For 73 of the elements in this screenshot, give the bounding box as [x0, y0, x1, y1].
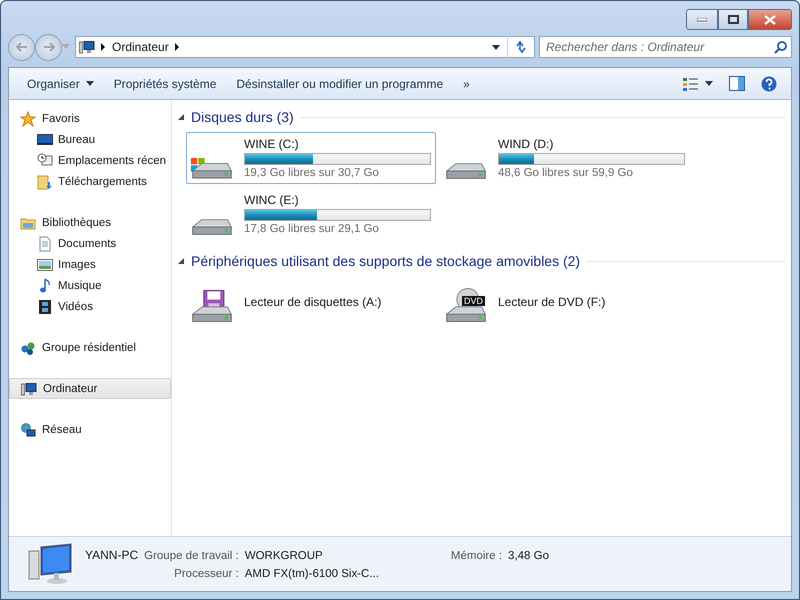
toolbar-button[interactable]: Désinstaller ou modifier un programme [228, 72, 452, 94]
group-header: Périphériques utilisant des supports de stockage amovibles (2) [191, 253, 580, 269]
drive-item[interactable]: WINE (C:) 19,3 Go libres sur 30,7 Go [186, 132, 436, 184]
back-arrow-icon [16, 42, 28, 52]
sidebar-item[interactable]: Favoris [9, 108, 171, 129]
sidebar-item[interactable]: Images [9, 254, 171, 275]
close-icon [764, 14, 776, 24]
toolbar-button[interactable]: » [455, 72, 478, 94]
computer-icon [21, 380, 37, 396]
search-icon[interactable] [774, 40, 787, 54]
chevron-icon[interactable] [101, 43, 106, 51]
free-space-text: 17,8 Go libres sur 29,1 Go [244, 223, 380, 235]
free-space-text: 48,6 Go libres sur 59,9 Go [498, 167, 634, 179]
toolbar-button[interactable]: Organiser [19, 72, 102, 94]
music-note-icon [37, 278, 53, 294]
drive-item[interactable]: WIND (D:) 48,6 Go libres sur 59,9 Go [440, 132, 690, 184]
drive-item[interactable]: WINC (E:) 17,8 Go libres sur 29,1 Go [186, 188, 436, 240]
homegroup-icon [20, 340, 36, 356]
free-space-text: 19,3 Go libres sur 30,7 Go [244, 167, 380, 179]
sidebar-item[interactable]: Vidéos [9, 296, 171, 317]
detail-label: Groupe de travail : [144, 550, 239, 562]
hard-drive-icon [190, 218, 234, 236]
sidebar-item[interactable]: Groupe résidentiel [9, 337, 171, 358]
system-drive-icon [190, 156, 234, 180]
image-icon [37, 256, 53, 272]
breadcrumb[interactable]: Ordinateur [112, 40, 169, 54]
floppy-drive-icon [190, 288, 234, 324]
close-button[interactable] [748, 9, 792, 30]
download-folder-icon [37, 174, 53, 190]
address-bar[interactable]: Ordinateur [75, 36, 535, 58]
computer-icon [79, 39, 95, 55]
pane-icon [729, 76, 745, 91]
sidebar-item[interactable]: Bureau [9, 129, 171, 150]
caret-icon [705, 81, 713, 86]
recent-places-icon [37, 152, 53, 168]
drive-item[interactable]: Lecteur de disquettes (A:) [186, 276, 436, 328]
group-header: Disques durs (3) [191, 109, 294, 125]
sidebar-item[interactable]: Ordinateur [9, 378, 171, 399]
sidebar-item[interactable]: Emplacements récen [9, 150, 171, 171]
detail-label: Processeur : [173, 568, 239, 580]
detail-value: 3,48 Go [508, 550, 549, 562]
detail-value: WORKGROUP [244, 550, 324, 562]
toolbar-button[interactable]: Propriétés système [106, 72, 224, 94]
caret-icon [86, 81, 94, 86]
sidebar-item[interactable]: Réseau [9, 419, 171, 440]
network-icon [20, 422, 36, 438]
sidebar-item[interactable]: Téléchargements [9, 171, 171, 192]
sidebar-item[interactable]: Documents [9, 233, 171, 254]
star-icon [20, 110, 36, 126]
help-icon [761, 76, 777, 92]
refresh-icon [514, 40, 528, 54]
hard-drive-icon [444, 162, 488, 180]
view-list-icon [683, 76, 699, 90]
maximize-icon [728, 15, 738, 24]
minimize-icon [697, 18, 707, 22]
collapse-icon[interactable] [178, 114, 185, 120]
chevron-icon[interactable] [174, 43, 180, 51]
document-icon [37, 236, 53, 252]
drive-item[interactable]: DVD Lecteur de DVD (F:) [440, 276, 690, 328]
dropdown-icon[interactable] [492, 44, 501, 50]
forward-arrow-icon [42, 42, 54, 52]
sidebar-item[interactable]: Musique [9, 275, 171, 296]
maximize-button[interactable] [718, 9, 748, 30]
film-icon [37, 298, 53, 314]
detail-value: AMD FX(tm)-6100 Six-C... [244, 568, 379, 580]
dvd-label: DVD [462, 296, 486, 306]
computer-name: YANN-PC [85, 548, 138, 562]
monitor-icon [37, 132, 53, 148]
search-box[interactable]: Rechercher dans : Ordinateur [539, 36, 792, 58]
collapse-icon[interactable] [178, 258, 185, 264]
sidebar-item[interactable]: Bibliothèques [9, 212, 171, 233]
detail-label: Mémoire : [450, 550, 502, 562]
minimize-button[interactable] [686, 9, 718, 30]
